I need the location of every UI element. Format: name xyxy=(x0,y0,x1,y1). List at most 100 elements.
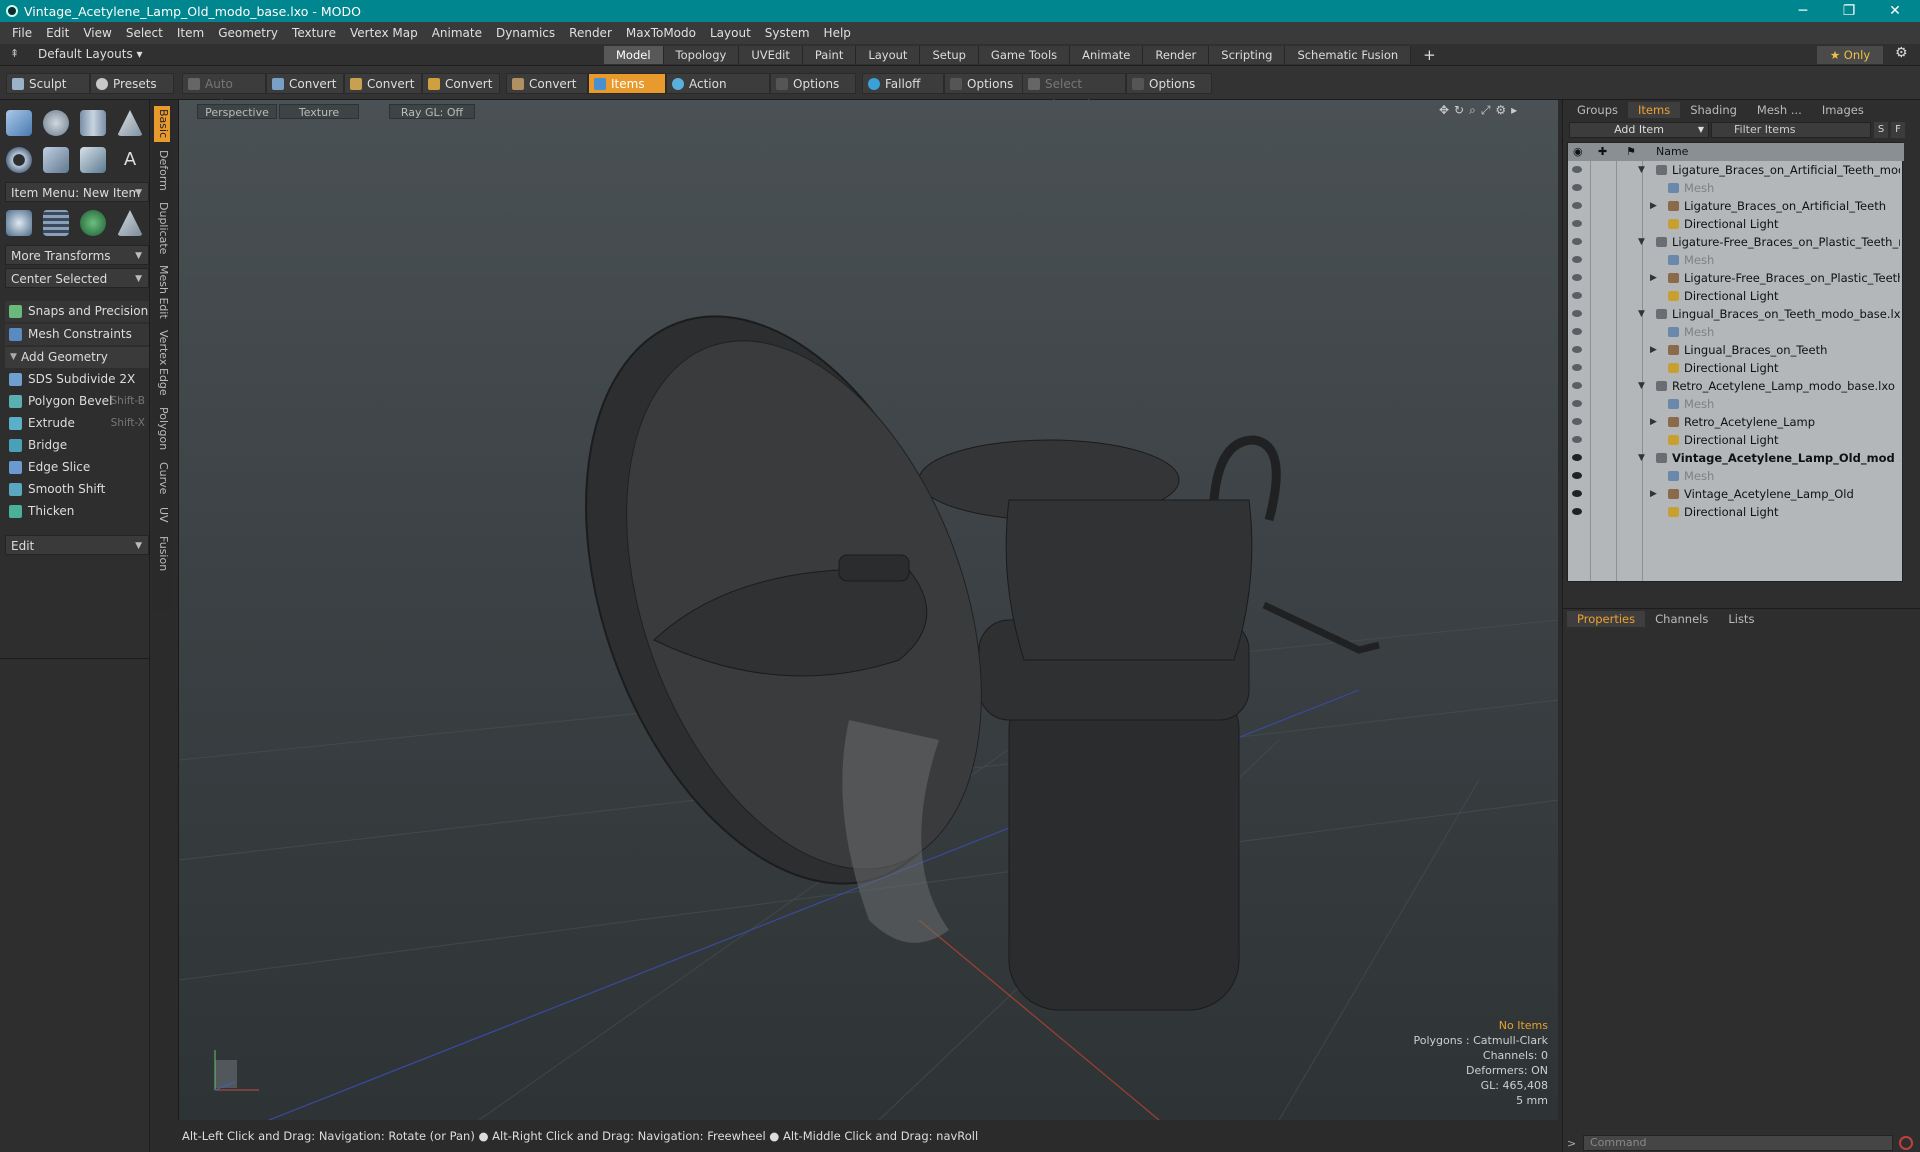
visibility-eye-icon[interactable] xyxy=(1572,220,1582,227)
tab-paint[interactable]: Paint xyxy=(802,46,857,64)
select-through-button[interactable]: Select Through xyxy=(1022,73,1126,112)
group-item-row[interactable]: ▶ Lingual_Braces_on_Teeth xyxy=(1568,341,1904,359)
mesh-constraints-button[interactable]: Mesh Constraints xyxy=(5,324,149,345)
text-tool-icon[interactable]: A xyxy=(117,147,143,173)
snaps-and-precision-button[interactable]: Snaps and Precision xyxy=(5,301,149,322)
visibility-eye-icon[interactable] xyxy=(1572,346,1582,353)
grid-icon[interactable] xyxy=(43,210,69,236)
tab-topology[interactable]: Topology xyxy=(663,46,740,64)
tab-mesh[interactable]: Mesh ... xyxy=(1747,102,1812,118)
collapse-triangle-icon[interactable]: ▼ xyxy=(1638,377,1645,395)
group-item-row[interactable]: ▶ Retro_Acetylene_Lamp xyxy=(1568,413,1904,431)
visibility-eye-icon[interactable] xyxy=(1572,292,1582,299)
collapse-triangle-icon[interactable]: ▼ xyxy=(1638,449,1645,467)
light-item-row[interactable]: Directional Light xyxy=(1568,287,1904,305)
visibility-eye-icon[interactable] xyxy=(1572,400,1582,407)
light-item-row[interactable]: Directional Light xyxy=(1568,503,1904,521)
menu-render[interactable]: Render xyxy=(569,26,612,40)
convert-item-button[interactable]: Convert xyxy=(506,73,588,94)
torus-primitive-icon[interactable] xyxy=(6,147,32,173)
falloff-button[interactable]: Falloff xyxy=(862,73,944,94)
mesh-item-row[interactable]: Mesh xyxy=(1568,395,1904,413)
3d-viewport[interactable]: Perspective Texture Ray GL: Off ✥↻⌕⤢⚙▸ N… xyxy=(178,100,1558,1120)
tab-groups[interactable]: Groups xyxy=(1567,102,1628,118)
tab-channels[interactable]: Channels xyxy=(1645,611,1718,627)
maximize-button[interactable]: ❐ xyxy=(1826,0,1872,22)
light-item-row[interactable]: Directional Light xyxy=(1568,215,1904,233)
tab-images[interactable]: Images xyxy=(1812,102,1874,118)
transform-gizmo-icon[interactable] xyxy=(6,210,32,236)
expand-triangle-icon[interactable]: ▶ xyxy=(1650,197,1657,215)
tab-items[interactable]: Items xyxy=(1628,102,1681,118)
menu-vertex-map[interactable]: Vertex Map xyxy=(350,26,418,40)
extrude-button[interactable]: Extrude Shift-X xyxy=(5,413,149,434)
visibility-eye-icon[interactable] xyxy=(1572,418,1582,425)
mesh-item-row[interactable]: Mesh xyxy=(1568,467,1904,485)
menu-animate[interactable]: Animate xyxy=(432,26,482,40)
minimize-button[interactable]: ─ xyxy=(1780,0,1826,22)
menu-texture[interactable]: Texture xyxy=(292,26,336,40)
visibility-eye-icon[interactable] xyxy=(1572,202,1582,209)
menu-item[interactable]: Item xyxy=(177,26,204,40)
visibility-column-icon[interactable]: ◉ xyxy=(1573,143,1583,161)
collapse-triangle-icon[interactable]: ▼ xyxy=(1638,161,1645,179)
tab-model[interactable]: Model xyxy=(604,46,664,64)
convert-edge-button[interactable]: Convert xyxy=(344,73,422,94)
capsule-primitive-icon[interactable] xyxy=(43,147,69,173)
light-item-row[interactable]: Directional Light xyxy=(1568,359,1904,377)
record-macro-icon[interactable] xyxy=(1899,1136,1913,1150)
visibility-eye-icon[interactable] xyxy=(1572,454,1582,461)
menu-select[interactable]: Select xyxy=(126,26,163,40)
expand-triangle-icon[interactable]: ▶ xyxy=(1650,413,1657,431)
collapse-triangle-icon[interactable]: ▼ xyxy=(1638,305,1645,323)
side-tab-uv[interactable]: UV xyxy=(154,502,170,528)
collapse-triangle-icon[interactable]: ▼ xyxy=(1638,233,1645,251)
menu-maxtomodo[interactable]: MaxToModo xyxy=(626,26,696,40)
sds-subdivide-button[interactable]: SDS Subdivide 2X xyxy=(5,369,149,390)
side-tab-duplicate[interactable]: Duplicate xyxy=(154,198,170,258)
visibility-eye-icon[interactable] xyxy=(1572,508,1582,515)
tab-layout[interactable]: Layout xyxy=(856,46,921,64)
expand-triangle-icon[interactable]: ▶ xyxy=(1650,485,1657,503)
mesh-item-row[interactable]: Mesh xyxy=(1568,179,1904,197)
lock-column-icon[interactable]: ✚ xyxy=(1598,143,1607,161)
scene-row[interactable]: ▼ Retro_Acetylene_Lamp_modo_base.lxo xyxy=(1568,377,1904,395)
side-tab-polygon[interactable]: Polygon xyxy=(154,404,170,454)
side-tab-edge[interactable]: Edge xyxy=(154,364,170,400)
expand-triangle-icon[interactable]: ▶ xyxy=(1650,269,1657,287)
side-tab-fusion[interactable]: Fusion xyxy=(154,532,170,576)
filter-items-input[interactable]: Filter Items xyxy=(1711,122,1871,138)
visibility-eye-icon[interactable] xyxy=(1572,436,1582,443)
render-column-icon[interactable]: ⚑ xyxy=(1626,143,1636,161)
menu-edit[interactable]: Edit xyxy=(46,26,69,40)
visibility-eye-icon[interactable] xyxy=(1572,490,1582,497)
bridge-button[interactable]: Bridge xyxy=(5,435,149,456)
visibility-eye-icon[interactable] xyxy=(1572,166,1582,173)
tab-animate[interactable]: Animate xyxy=(1070,46,1144,64)
scene-row[interactable]: ▼ Lingual_Braces_on_Teeth_modo_base.lxo xyxy=(1568,305,1904,323)
add-geometry-section[interactable]: ▼ Add Geometry xyxy=(5,347,149,368)
visibility-eye-icon[interactable] xyxy=(1572,328,1582,335)
name-column-header[interactable]: Name xyxy=(1656,143,1688,161)
command-input[interactable]: Command xyxy=(1583,1135,1893,1151)
edit-dropdown[interactable]: Edit ▼ xyxy=(5,535,149,555)
thicken-button[interactable]: Thicken xyxy=(5,501,149,522)
pen-tool-icon[interactable] xyxy=(80,147,106,173)
visibility-eye-icon[interactable] xyxy=(1572,184,1582,191)
visibility-eye-icon[interactable] xyxy=(1572,472,1582,479)
group-item-row[interactable]: ▶ Vintage_Acetylene_Lamp_Old xyxy=(1568,485,1904,503)
add-tab-button[interactable]: + xyxy=(1411,46,1448,64)
settings-gear-icon[interactable]: ⚙ xyxy=(1895,45,1908,61)
menu-dynamics[interactable]: Dynamics xyxy=(496,26,555,40)
scene-row[interactable]: ▼ Vintage_Acetylene_Lamp_Old_mod ... xyxy=(1568,449,1904,467)
menu-system[interactable]: System xyxy=(765,26,810,40)
side-tab-deform[interactable]: Deform xyxy=(154,146,170,194)
side-tab-curve[interactable]: Curve xyxy=(154,458,170,498)
mesh-item-row[interactable]: Mesh xyxy=(1568,323,1904,341)
cone-primitive-icon[interactable] xyxy=(117,110,143,136)
items-mode-button[interactable]: Items xyxy=(588,73,666,94)
action-center-options-button[interactable]: Options xyxy=(770,73,856,94)
menu-file[interactable]: File xyxy=(12,26,32,40)
visibility-eye-icon[interactable] xyxy=(1572,310,1582,317)
cylinder-primitive-icon[interactable] xyxy=(80,110,106,136)
